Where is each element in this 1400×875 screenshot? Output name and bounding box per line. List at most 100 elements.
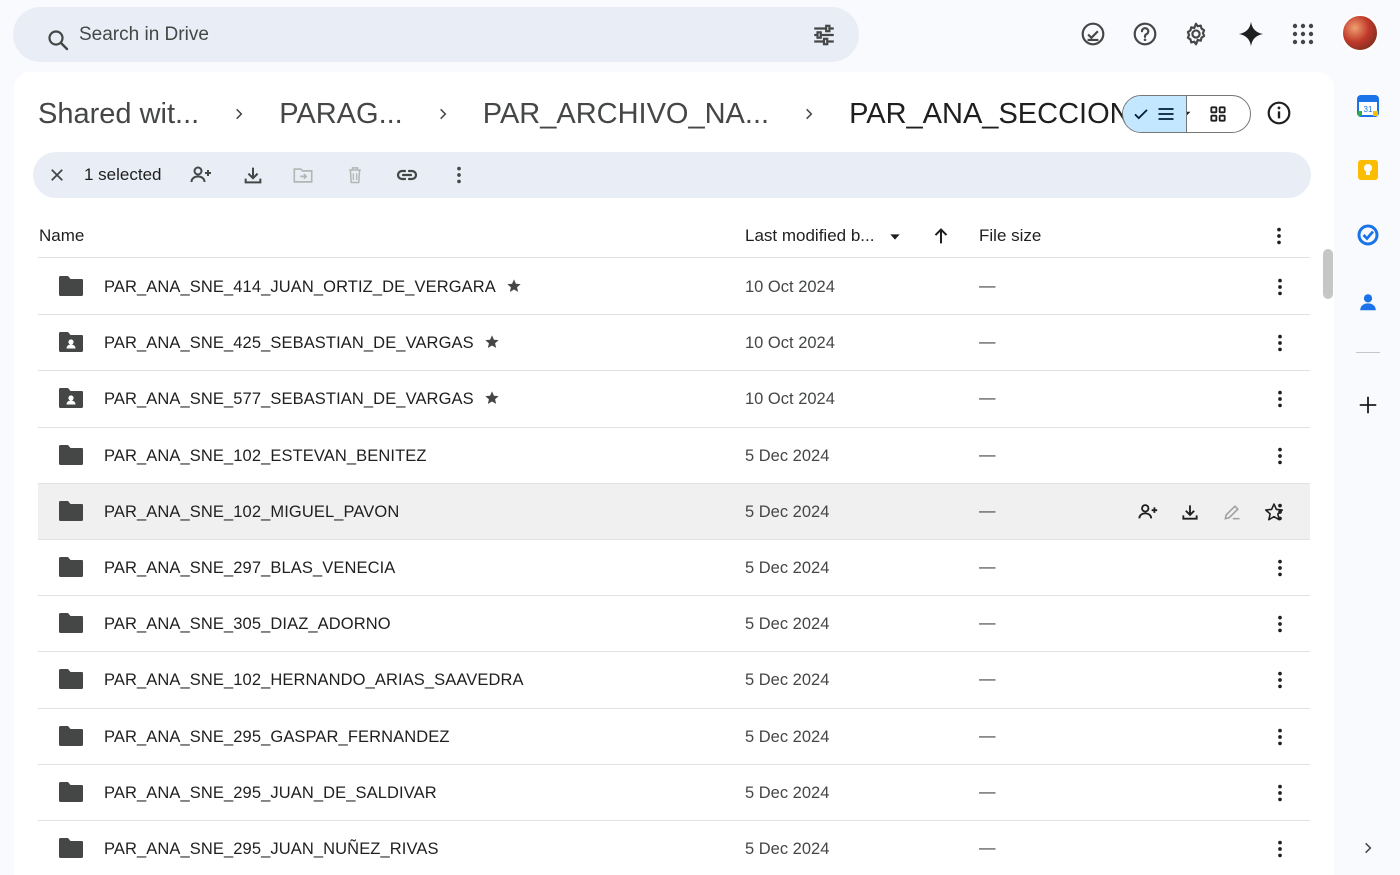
- clear-selection-icon[interactable]: [45, 163, 69, 187]
- table-row[interactable]: PAR_ANA_SNE_577_SEBASTIAN_DE_VARGAS 10 Oc…: [38, 371, 1310, 428]
- more-options-icon[interactable]: [1268, 500, 1292, 524]
- more-options-icon[interactable]: [1268, 668, 1292, 692]
- side-panel: 31: [1340, 80, 1400, 875]
- table-row[interactable]: PAR_ANA_SNE_297_BLAS_VENECIA 5 Dec 2024 —: [38, 540, 1310, 597]
- file-size: —: [979, 557, 996, 576]
- more-options-icon[interactable]: [1268, 444, 1292, 468]
- breadcrumb-item[interactable]: Shared wit...: [38, 98, 199, 131]
- table-row[interactable]: PAR_ANA_SNE_102_MIGUEL_PAVON 5 Dec 2024 —: [38, 483, 1310, 540]
- search-icon[interactable]: [46, 28, 70, 52]
- modified-date: 5 Dec 2024: [745, 446, 830, 465]
- file-name[interactable]: PAR_ANA_SNE_425_SEBASTIAN_DE_VARGAS: [104, 334, 500, 353]
- list-icon: [1158, 108, 1174, 120]
- folder-icon: [58, 612, 84, 634]
- move-icon[interactable]: [291, 163, 315, 187]
- more-options-icon[interactable]: [1268, 387, 1292, 411]
- more-options-icon[interactable]: [1268, 725, 1292, 749]
- folder-icon: [58, 668, 84, 690]
- modified-date: 5 Dec 2024: [745, 783, 830, 802]
- list-view-button[interactable]: [1123, 96, 1187, 132]
- table-row[interactable]: PAR_ANA_SNE_295_GASPAR_FERNANDEZ 5 Dec 20…: [38, 709, 1310, 765]
- tasks-icon[interactable]: [1354, 221, 1382, 249]
- file-name-text: PAR_ANA_SNE_425_SEBASTIAN_DE_VARGAS: [104, 334, 474, 353]
- file-size: —: [979, 838, 996, 857]
- chevron-right-icon: [792, 102, 826, 126]
- share-icon[interactable]: [1136, 500, 1160, 524]
- modified-date: 10 Oct 2024: [745, 278, 835, 296]
- search-options-icon[interactable]: [811, 22, 837, 48]
- shared-folder-icon: [58, 387, 84, 409]
- table-row[interactable]: PAR_ANA_SNE_425_SEBASTIAN_DE_VARGAS 10 Oc…: [38, 315, 1310, 372]
- file-name[interactable]: PAR_ANA_SNE_577_SEBASTIAN_DE_VARGAS: [104, 390, 500, 409]
- folder-icon: [58, 837, 84, 859]
- calendar-icon[interactable]: 31: [1354, 92, 1382, 120]
- starred-icon: [484, 334, 500, 350]
- settings-icon[interactable]: [1175, 13, 1217, 55]
- file-name[interactable]: PAR_ANA_SNE_102_HERNANDO_ARIAS_SAAVEDRA: [104, 671, 524, 690]
- apps-grid-icon[interactable]: [1282, 13, 1324, 55]
- help-icon[interactable]: [1124, 13, 1166, 55]
- file-name[interactable]: PAR_ANA_SNE_297_BLAS_VENECIA: [104, 559, 395, 578]
- share-icon[interactable]: [189, 163, 213, 187]
- trash-icon[interactable]: [343, 163, 367, 187]
- link-icon[interactable]: [395, 163, 419, 187]
- download-icon[interactable]: [241, 163, 265, 187]
- grid-view-button[interactable]: [1187, 96, 1251, 132]
- download-icon[interactable]: [1178, 500, 1202, 524]
- table-row[interactable]: PAR_ANA_SNE_414_JUAN_ORTIZ_DE_VERGARA 10 …: [38, 259, 1310, 316]
- file-size: —: [979, 389, 996, 408]
- rename-icon[interactable]: [1220, 500, 1244, 524]
- more-options-icon[interactable]: [1268, 837, 1292, 861]
- table-row[interactable]: PAR_ANA_SNE_295_JUAN_DE_SALDIVAR 5 Dec 20…: [38, 765, 1310, 821]
- modified-date: 5 Dec 2024: [745, 558, 830, 577]
- ready-for-offline-icon[interactable]: [1072, 13, 1114, 55]
- column-size-header[interactable]: File size: [979, 226, 1041, 246]
- file-size: —: [979, 782, 996, 801]
- breadcrumb: Shared wit... PARAG... PAR_ARCHIVO_NA...…: [38, 94, 1195, 134]
- file-name[interactable]: PAR_ANA_SNE_295_JUAN_NUÑEZ_RIVAS: [104, 840, 439, 859]
- add-icon[interactable]: [1354, 391, 1382, 419]
- account-avatar[interactable]: [1341, 14, 1379, 52]
- keep-icon[interactable]: [1354, 156, 1382, 184]
- file-name[interactable]: PAR_ANA_SNE_414_JUAN_ORTIZ_DE_VERGARA: [104, 278, 522, 297]
- folder-icon: [58, 444, 84, 466]
- file-name[interactable]: PAR_ANA_SNE_295_JUAN_DE_SALDIVAR: [104, 784, 437, 803]
- scrollbar-thumb[interactable]: [1323, 249, 1333, 299]
- file-name[interactable]: PAR_ANA_SNE_102_ESTEVAN_BENITEZ: [104, 447, 427, 466]
- more-options-icon[interactable]: [1268, 556, 1292, 580]
- file-size: —: [979, 670, 996, 689]
- modified-date: 10 Oct 2024: [745, 334, 835, 353]
- table-row[interactable]: PAR_ANA_SNE_102_ESTEVAN_BENITEZ 5 Dec 202…: [38, 428, 1310, 484]
- file-name[interactable]: PAR_ANA_SNE_102_MIGUEL_PAVON: [104, 503, 399, 522]
- sort-dropdown-icon[interactable]: [887, 229, 903, 245]
- svg-text:31: 31: [1364, 105, 1373, 114]
- file-name-text: PAR_ANA_SNE_295_JUAN_DE_SALDIVAR: [104, 783, 437, 802]
- info-icon[interactable]: [1266, 100, 1292, 126]
- search-input[interactable]: [79, 21, 779, 49]
- sort-direction-icon[interactable]: [930, 225, 952, 247]
- modified-date: 10 Oct 2024: [745, 390, 835, 409]
- starred-icon: [484, 390, 500, 406]
- more-options-icon[interactable]: [1268, 781, 1292, 805]
- column-name-header[interactable]: Name: [39, 226, 84, 246]
- modified-date: 5 Dec 2024: [745, 839, 830, 858]
- breadcrumb-item[interactable]: PARAG...: [279, 98, 403, 131]
- search-bar[interactable]: [13, 7, 859, 62]
- file-name[interactable]: PAR_ANA_SNE_305_DIAZ_ADORNO: [104, 615, 391, 634]
- column-modified-header[interactable]: Last modified b...: [745, 226, 874, 246]
- table-row[interactable]: PAR_ANA_SNE_295_JUAN_NUÑEZ_RIVAS 5 Dec 20…: [38, 821, 1310, 875]
- table-row[interactable]: PAR_ANA_SNE_102_HERNANDO_ARIAS_SAAVEDRA 5…: [38, 652, 1310, 709]
- column-options-icon[interactable]: [1268, 225, 1290, 247]
- more-actions-icon[interactable]: [447, 163, 471, 187]
- shared-folder-icon: [58, 331, 84, 353]
- breadcrumb-item[interactable]: PAR_ARCHIVO_NA...: [483, 98, 769, 131]
- table-row[interactable]: PAR_ANA_SNE_305_DIAZ_ADORNO 5 Dec 2024 —: [38, 596, 1310, 653]
- more-options-icon[interactable]: [1268, 275, 1292, 299]
- expand-chevron-icon[interactable]: [1354, 834, 1382, 862]
- contacts-icon[interactable]: [1354, 288, 1382, 316]
- gemini-spark-icon[interactable]: [1230, 13, 1272, 55]
- more-options-icon[interactable]: [1268, 331, 1292, 355]
- more-options-icon[interactable]: [1268, 612, 1292, 636]
- file-size: —: [979, 445, 996, 464]
- file-name[interactable]: PAR_ANA_SNE_295_GASPAR_FERNANDEZ: [104, 728, 450, 747]
